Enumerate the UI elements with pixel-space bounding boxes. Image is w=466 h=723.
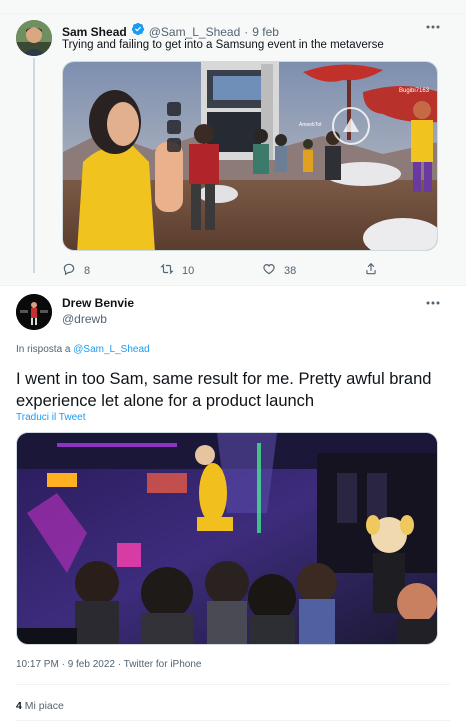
like-action[interactable]: 38 bbox=[262, 262, 296, 279]
tweet2-text: I went in too Sam, same result for me. P… bbox=[16, 370, 432, 410]
share-action[interactable] bbox=[364, 262, 378, 279]
tweet2-media[interactable] bbox=[16, 432, 438, 645]
tweet1-media[interactable]: Bugibi7163 AmoebTot bbox=[62, 61, 438, 251]
tweet-date[interactable]: 9 feb bbox=[252, 25, 279, 39]
tweet2-author-handle[interactable]: @drewb bbox=[62, 312, 107, 326]
likes-summary[interactable]: 4 Mi piace bbox=[16, 700, 64, 712]
retweet-count: 10 bbox=[182, 264, 195, 277]
more-icon[interactable] bbox=[424, 20, 442, 34]
separator-dot: · bbox=[244, 24, 249, 39]
top-strip bbox=[0, 0, 466, 14]
media-label-1: Bugibi7163 bbox=[399, 88, 430, 94]
more-icon[interactable] bbox=[424, 296, 442, 310]
retweet-icon[interactable] bbox=[160, 262, 174, 279]
avatar-sam-shead[interactable] bbox=[16, 20, 52, 56]
likes-count: 4 bbox=[16, 700, 22, 712]
avatar-drew-benvie[interactable] bbox=[16, 294, 52, 330]
reply-to-link[interactable]: @Sam_L_Shead bbox=[73, 344, 149, 355]
tweet2-timestamp[interactable]: 10:17 PM · 9 feb 2022 · Twitter for iPho… bbox=[16, 659, 201, 670]
author-name[interactable]: Sam Shead bbox=[62, 25, 127, 39]
share-icon[interactable] bbox=[364, 262, 378, 279]
tweet2-author-name[interactable]: Drew Benvie bbox=[62, 296, 134, 310]
reply-action[interactable]: 8 bbox=[62, 262, 90, 279]
reply-prefix: In risposta a bbox=[16, 344, 71, 355]
tweet1-text: Trying and failing to get into a Samsung… bbox=[62, 39, 384, 51]
retweet-action[interactable]: 10 bbox=[160, 262, 194, 279]
thread-line bbox=[33, 58, 35, 273]
like-icon[interactable] bbox=[262, 262, 276, 279]
likes-label: Mi piace bbox=[24, 700, 64, 712]
divider-1 bbox=[16, 684, 450, 685]
translate-link[interactable]: Traduci il Tweet bbox=[16, 412, 85, 423]
divider-2 bbox=[16, 720, 450, 721]
like-count: 38 bbox=[284, 264, 297, 277]
reply-count: 8 bbox=[84, 264, 91, 277]
reply-icon[interactable] bbox=[62, 262, 76, 279]
author-handle[interactable]: @Sam_L_Shead bbox=[149, 25, 241, 39]
reply-context: In risposta a @Sam_L_Shead bbox=[16, 344, 150, 355]
media-label-2: AmoebTot bbox=[299, 122, 322, 128]
